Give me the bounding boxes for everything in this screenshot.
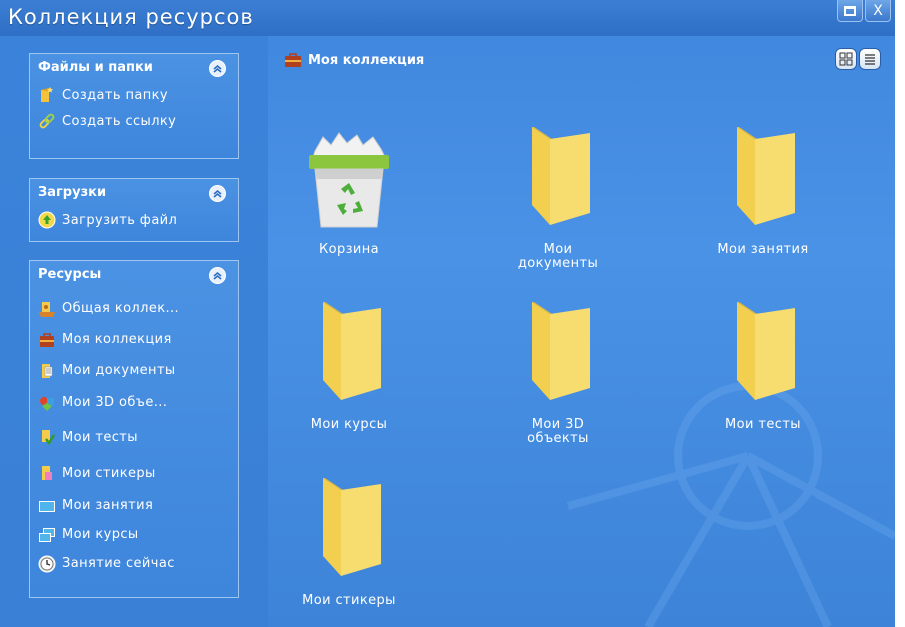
tile-my-lessons[interactable]: Мои занятия — [693, 111, 833, 257]
list-view-button[interactable] — [859, 48, 881, 70]
collapse-icon[interactable] — [209, 267, 226, 284]
sidebar-item-label: Создать ссылку — [62, 113, 177, 129]
briefcase-icon — [38, 331, 56, 349]
folder-icon — [488, 286, 628, 406]
folder-icon — [693, 286, 833, 406]
window-title: Коллекция ресурсов — [8, 5, 254, 29]
panel-title: Ресурсы — [38, 267, 102, 282]
panel-uploads: Загрузки Загрузить файл — [29, 178, 239, 242]
close-button[interactable]: X — [865, 0, 891, 22]
panel-header[interactable]: Файлы и папки — [30, 54, 238, 82]
restore-button[interactable] — [837, 0, 863, 22]
tile-recycle-bin[interactable]: Корзина — [279, 111, 419, 257]
sidebar-item-lesson-now[interactable]: Занятие сейчас — [30, 549, 238, 578]
resource-collection-window: Коллекция ресурсов X Файлы и папки Созда… — [0, 0, 895, 627]
3d-objects-icon — [38, 394, 56, 412]
briefcase-icon — [284, 52, 302, 68]
sidebar-item-label: Занятие сейчас — [62, 556, 175, 571]
breadcrumb: Моя коллекция — [284, 52, 424, 68]
sidebar-item-label: Общая коллек... — [62, 301, 180, 316]
recycle-bin-icon — [279, 111, 419, 231]
sidebar-item-upload-file[interactable]: Загрузить файл — [30, 207, 238, 233]
tests-icon — [38, 428, 56, 446]
tile-label: Мои стикеры — [302, 593, 396, 608]
breadcrumb-label: Моя коллекция — [308, 52, 425, 68]
sidebar-item-my-tests[interactable]: Мои тесты — [30, 419, 238, 455]
folder-icon — [279, 462, 419, 582]
sidebar-item-label: Создать папку — [62, 87, 168, 103]
panel-files-folders: Файлы и папки Создать папку Создать ссыл… — [29, 53, 239, 159]
tile-label: Корзина — [318, 242, 380, 257]
collapse-icon[interactable] — [209, 185, 226, 202]
grid-view-button[interactable] — [835, 48, 857, 70]
sidebar-item-label: Моя коллекция — [62, 332, 172, 347]
upload-icon — [38, 211, 56, 229]
sidebar-item-label: Загрузить файл — [62, 212, 178, 228]
tile-my-tests[interactable]: Мои тесты — [693, 286, 833, 432]
folder-icon — [279, 286, 419, 406]
panel-title: Загрузки — [38, 185, 107, 200]
sidebar-item-my-3d-objects[interactable]: Мои 3D объе... — [30, 386, 238, 419]
folder-icon — [488, 111, 628, 231]
sidebar-item-my-collection[interactable]: Моя коллекция — [30, 324, 238, 355]
shared-collection-icon — [38, 300, 56, 318]
list-icon — [865, 54, 875, 65]
main-content: Моя коллекция Корзина Мои документы Мои … — [268, 36, 895, 627]
tile-my-documents[interactable]: Мои документы — [488, 111, 628, 271]
folder-icon — [693, 111, 833, 231]
tile-label: Мои 3D — [531, 417, 585, 432]
tile-my-3d-objects[interactable]: Мои 3D объекты — [488, 286, 628, 446]
tile-label: объекты — [527, 431, 589, 446]
grid-icon — [839, 52, 853, 66]
lessons-icon — [38, 497, 56, 515]
sidebar-item-my-documents[interactable]: Мои документы — [30, 355, 238, 386]
sidebar-item-label: Мои 3D объе... — [62, 395, 168, 410]
tile-label: Мои тесты — [725, 417, 801, 432]
new-folder-icon — [38, 86, 56, 104]
title-bar: Коллекция ресурсов X — [0, 0, 895, 36]
sidebar-item-create-folder[interactable]: Создать папку — [30, 82, 238, 108]
tile-label: документы — [517, 256, 599, 271]
tile-label: Мои занятия — [717, 242, 809, 257]
clock-icon — [38, 555, 56, 573]
sidebar-item-label: Мои тесты — [62, 429, 138, 445]
sidebar: Файлы и папки Создать папку Создать ссыл… — [0, 36, 268, 627]
tile-label: Мои — [543, 242, 573, 257]
panel-resources: Ресурсы Общая коллек... Моя коллекция Мо… — [29, 260, 239, 598]
collapse-icon[interactable] — [209, 60, 226, 77]
sidebar-item-label: Мои курсы — [62, 527, 139, 542]
panel-title: Файлы и папки — [38, 60, 153, 75]
sidebar-item-my-stickers[interactable]: Мои стикеры — [30, 455, 238, 491]
stickers-icon — [38, 464, 56, 482]
sidebar-item-my-lessons[interactable]: Мои занятия — [30, 491, 238, 520]
panel-header[interactable]: Загрузки — [30, 179, 238, 207]
restore-icon — [844, 5, 856, 16]
documents-icon — [38, 362, 56, 380]
tile-label: Мои курсы — [310, 417, 388, 432]
sidebar-item-create-link[interactable]: Создать ссылку — [30, 108, 238, 134]
link-icon — [38, 112, 56, 130]
tile-my-stickers[interactable]: Мои стикеры — [279, 462, 419, 608]
panel-header[interactable]: Ресурсы — [30, 261, 238, 289]
sidebar-item-shared-collection[interactable]: Общая коллек... — [30, 293, 238, 324]
tile-my-courses[interactable]: Мои курсы — [279, 286, 419, 432]
sidebar-item-label: Мои стикеры — [62, 465, 156, 481]
sidebar-item-my-courses[interactable]: Мои курсы — [30, 520, 238, 549]
sidebar-item-label: Мои занятия — [62, 498, 154, 513]
sidebar-item-label: Мои документы — [62, 363, 176, 378]
courses-icon — [38, 526, 56, 544]
